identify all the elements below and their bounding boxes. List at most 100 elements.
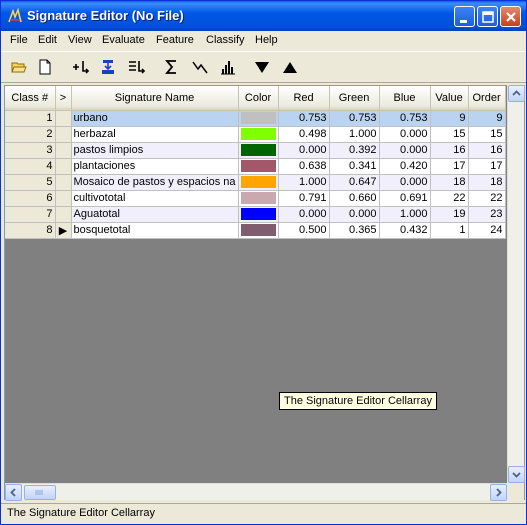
column-header-value[interactable]: Value: [430, 86, 469, 111]
table-row[interactable]: 1 urbano 0.753 0.753 0.753 9 9: [5, 110, 506, 127]
row-class-number[interactable]: 4: [5, 158, 56, 175]
value-cell[interactable]: 22: [430, 190, 469, 207]
row-class-number[interactable]: 6: [5, 190, 56, 207]
order-cell[interactable]: 24: [468, 222, 506, 239]
menu-help[interactable]: Help: [254, 33, 279, 48]
blue-cell[interactable]: 0.000: [379, 174, 431, 191]
green-cell[interactable]: 0.647: [329, 174, 380, 191]
column-header-color[interactable]: Color: [238, 86, 279, 111]
row-marker[interactable]: [55, 110, 72, 127]
vertical-scrollbar[interactable]: [507, 85, 525, 483]
green-cell[interactable]: 0.753: [329, 110, 380, 127]
red-cell[interactable]: 0.000: [278, 206, 330, 223]
red-cell[interactable]: 0.753: [278, 110, 330, 127]
move-down-icon[interactable]: [251, 56, 273, 78]
horizontal-scroll-thumb[interactable]: [24, 485, 56, 500]
menu-feature[interactable]: Feature: [155, 33, 195, 48]
new-document-icon[interactable]: [34, 56, 56, 78]
color-swatch[interactable]: [240, 144, 276, 156]
menu-edit[interactable]: Edit: [37, 33, 58, 48]
table-row[interactable]: 4 plantaciones 0.638 0.341 0.420 17 17: [5, 158, 506, 175]
add-class-icon[interactable]: [69, 56, 91, 78]
column-header-red[interactable]: Red: [278, 86, 330, 111]
red-cell[interactable]: 0.500: [278, 222, 330, 239]
order-cell[interactable]: 9: [468, 110, 506, 127]
color-cell[interactable]: [238, 126, 279, 143]
blue-cell[interactable]: 1.000: [379, 206, 431, 223]
row-marker[interactable]: [55, 126, 72, 143]
value-cell[interactable]: 9: [430, 110, 469, 127]
order-cell[interactable]: 23: [468, 206, 506, 223]
red-cell[interactable]: 0.638: [278, 158, 330, 175]
table-row[interactable]: 8 ▶ bosquetotal 0.500 0.365 0.432 1 24: [5, 222, 506, 239]
signature-name-cell[interactable]: urbano: [71, 110, 239, 127]
signature-name-cell[interactable]: herbazal: [71, 126, 239, 143]
signature-name-cell[interactable]: cultivototal: [71, 190, 239, 207]
merge-icon[interactable]: [97, 56, 119, 78]
menu-file[interactable]: File: [9, 33, 29, 48]
signature-name-cell[interactable]: pastos limpios: [71, 142, 239, 159]
row-marker[interactable]: [55, 206, 72, 223]
blue-cell[interactable]: 0.000: [379, 126, 431, 143]
value-cell[interactable]: 16: [430, 142, 469, 159]
green-cell[interactable]: 0.392: [329, 142, 380, 159]
color-swatch[interactable]: [240, 224, 276, 236]
row-marker[interactable]: [55, 142, 72, 159]
table-row[interactable]: 6 cultivototal 0.791 0.660 0.691 22 22: [5, 190, 506, 207]
value-cell[interactable]: 15: [430, 126, 469, 143]
table-row[interactable]: 2 herbazal 0.498 1.000 0.000 15 15: [5, 126, 506, 143]
table-row[interactable]: 3 pastos limpios 0.000 0.392 0.000 16 16: [5, 142, 506, 159]
blue-cell[interactable]: 0.432: [379, 222, 431, 239]
value-cell[interactable]: 18: [430, 174, 469, 191]
signature-cellarray[interactable]: Class # > Signature Name Color Red Green…: [4, 85, 525, 500]
column-header-blue[interactable]: Blue: [379, 86, 431, 111]
green-cell[interactable]: 0.000: [329, 206, 380, 223]
color-swatch[interactable]: [240, 128, 276, 140]
row-class-number[interactable]: 7: [5, 206, 56, 223]
blue-cell[interactable]: 0.000: [379, 142, 431, 159]
red-cell[interactable]: 0.498: [278, 126, 330, 143]
blue-cell[interactable]: 0.420: [379, 158, 431, 175]
scroll-right-button[interactable]: [490, 484, 507, 501]
color-swatch[interactable]: [240, 160, 276, 172]
signature-name-cell[interactable]: bosquetotal: [71, 222, 239, 239]
color-swatch[interactable]: [240, 176, 276, 188]
red-cell[interactable]: 1.000: [278, 174, 330, 191]
color-cell[interactable]: [238, 110, 279, 127]
green-cell[interactable]: 1.000: [329, 126, 380, 143]
red-cell[interactable]: 0.791: [278, 190, 330, 207]
row-marker[interactable]: [55, 190, 72, 207]
statistics-sigma-icon[interactable]: [161, 56, 183, 78]
color-cell[interactable]: [238, 158, 279, 175]
scroll-left-button[interactable]: [5, 484, 22, 501]
row-marker[interactable]: [55, 158, 72, 175]
row-class-number[interactable]: 1: [5, 110, 56, 127]
histogram-icon[interactable]: [217, 56, 239, 78]
value-cell[interactable]: 17: [430, 158, 469, 175]
row-class-number[interactable]: 3: [5, 142, 56, 159]
menu-view[interactable]: View: [67, 33, 93, 48]
green-cell[interactable]: 0.365: [329, 222, 380, 239]
open-folder-icon[interactable]: [8, 56, 30, 78]
title-bar[interactable]: Signature Editor (No File): [1, 1, 526, 31]
blue-cell[interactable]: 0.753: [379, 110, 431, 127]
color-swatch[interactable]: [240, 112, 276, 124]
menu-evaluate[interactable]: Evaluate: [101, 33, 146, 48]
green-cell[interactable]: 0.660: [329, 190, 380, 207]
color-cell[interactable]: [238, 190, 279, 207]
order-cell[interactable]: 18: [468, 174, 506, 191]
red-cell[interactable]: 0.000: [278, 142, 330, 159]
column-header-green[interactable]: Green: [329, 86, 380, 111]
blue-cell[interactable]: 0.691: [379, 190, 431, 207]
column-header-signature-name[interactable]: Signature Name: [71, 86, 239, 111]
scroll-up-button[interactable]: [508, 85, 525, 102]
color-cell[interactable]: [238, 174, 279, 191]
column-header-order[interactable]: Order: [468, 86, 506, 111]
table-row[interactable]: 7 Aguatotal 0.000 0.000 1.000 19 23: [5, 206, 506, 223]
order-cell[interactable]: 17: [468, 158, 506, 175]
row-marker[interactable]: ▶: [55, 222, 72, 239]
color-swatch[interactable]: [240, 192, 276, 204]
row-class-number[interactable]: 2: [5, 126, 56, 143]
row-class-number[interactable]: 8: [5, 222, 56, 239]
column-header-marker[interactable]: >: [55, 86, 72, 111]
